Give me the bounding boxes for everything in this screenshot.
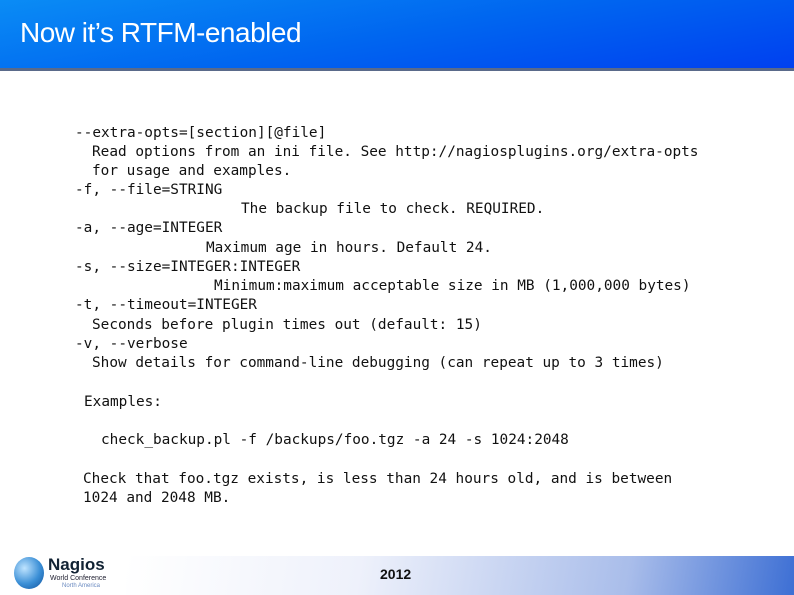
text-line: -s, --size=INTEGER:INTEGER	[75, 259, 301, 275]
text-line: -v, --verbose	[75, 336, 188, 352]
text-line: Minimum:maximum acceptable size in MB (1…	[214, 278, 691, 294]
text-line: for usage and examples.	[92, 163, 292, 179]
logo-line3: North America	[62, 583, 101, 589]
text-line: Show details for command-line debugging …	[92, 355, 664, 371]
text-line: 1024 and 2048 MB.	[83, 490, 231, 506]
text-line: Maximum age in hours. Default 24.	[206, 240, 492, 256]
logo-name: Nagios	[48, 555, 105, 574]
examples-heading: Examples:	[84, 394, 162, 410]
logo-line2: World Conference	[50, 575, 107, 582]
text-line: -t, --timeout=INTEGER	[75, 297, 257, 313]
globe-icon	[14, 557, 44, 589]
text-line: -f, --file=STRING	[75, 182, 223, 198]
nagios-logo: Nagios World Conference North America	[12, 555, 122, 593]
footer-year: 2012	[380, 566, 412, 582]
text-line: --extra-opts=[section][@file]	[75, 125, 327, 141]
footer-band	[126, 556, 794, 595]
text-line: Read options from an ini file. See http:…	[92, 144, 699, 160]
text-line: Check that foo.tgz exists, is less than …	[83, 471, 673, 487]
text-line: The backup file to check. REQUIRED.	[241, 201, 545, 217]
slide-title: Now it’s RTFM-enabled	[20, 17, 302, 48]
text-line: -a, --age=INTEGER	[75, 220, 223, 236]
text-line: Seconds before plugin times out (default…	[92, 317, 482, 333]
example-command: check_backup.pl -f /backups/foo.tgz -a 2…	[101, 432, 569, 448]
title-bar: Now it’s RTFM-enabled	[0, 0, 794, 71]
